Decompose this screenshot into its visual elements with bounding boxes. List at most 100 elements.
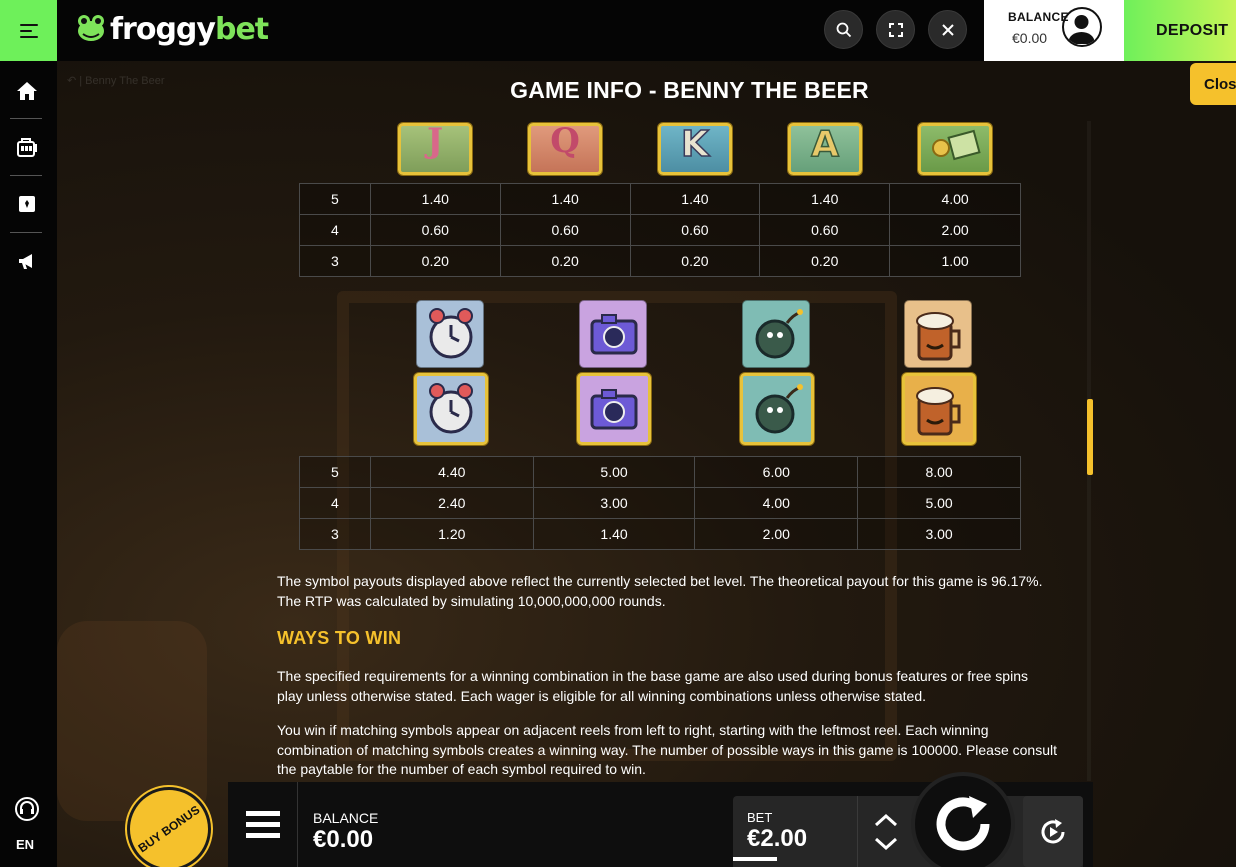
site-logo[interactable]: froggy bet — [74, 6, 269, 52]
payout-cell: 8.00 — [857, 456, 1021, 488]
promotions-icon[interactable] — [14, 248, 40, 274]
game-menu-button[interactable] — [228, 782, 298, 867]
hamburger-icon — [19, 23, 38, 38]
sidebar-divider — [10, 232, 42, 233]
alarm-clock-icon — [416, 300, 484, 368]
payout-cell: 1.00 — [889, 245, 1021, 277]
beer-mug-icon — [904, 300, 972, 368]
svg-text:A: A — [811, 126, 839, 165]
payout-cell: 0.60 — [499, 214, 631, 246]
close-icon — [941, 23, 954, 36]
casino-icon[interactable] — [14, 134, 40, 160]
payout-cell: 0.20 — [759, 245, 891, 277]
table-row: 5 1.40 1.40 1.40 1.40 4.00 — [299, 183, 1021, 215]
logo-text-bet: bet — [214, 11, 269, 47]
live-casino-icon[interactable] — [14, 191, 40, 217]
bet-stepper[interactable] — [857, 796, 913, 867]
sidebar-divider — [10, 175, 42, 176]
chevron-up-icon[interactable] — [874, 813, 898, 827]
payout-cell: 0.60 — [629, 214, 761, 246]
payout-cell: 1.40 — [532, 518, 696, 550]
fullscreen-button[interactable] — [876, 10, 915, 49]
fullscreen-icon — [888, 22, 903, 37]
game-balance-value: €0.00 — [313, 826, 374, 853]
user-avatar-icon[interactable] — [1062, 7, 1102, 47]
payout-cell: 4.40 — [369, 456, 534, 488]
camera-icon — [579, 300, 647, 368]
menu-button[interactable] — [0, 0, 57, 61]
close-game-button[interactable] — [928, 10, 967, 49]
sidebar-divider — [10, 118, 42, 119]
match-count: 5 — [299, 183, 371, 215]
game-area: ↶ | Benny The Beer Close GAME INFO - BEN… — [57, 61, 1236, 867]
page-title: GAME INFO - BENNY THE BEER — [510, 77, 869, 103]
payout-cell: 1.40 — [499, 183, 631, 215]
symbol-a-icon: A — [788, 123, 862, 175]
payout-cell: 0.20 — [629, 245, 761, 277]
home-icon[interactable] — [14, 78, 40, 104]
payout-cell: 5.00 — [532, 456, 696, 488]
payout-cell: 6.00 — [694, 456, 859, 488]
bet-underline — [733, 857, 777, 861]
logo-text-froggy: froggy — [110, 11, 216, 47]
rtp-paragraph: The symbol payouts displayed above refle… — [277, 573, 1043, 609]
payout-cell: 0.20 — [369, 245, 501, 277]
match-count: 3 — [299, 245, 371, 277]
symbol-q-icon: Q — [528, 123, 602, 175]
info-scrollbar[interactable] — [1087, 121, 1093, 781]
table-row: 3 0.20 0.20 0.20 0.20 1.00 — [299, 245, 1021, 277]
chevron-down-icon[interactable] — [874, 837, 898, 851]
symbol-coins-icon — [918, 123, 992, 175]
game-controls-bar: BALANCE €0.00 BET €2.00 — [228, 772, 1093, 867]
header-balance[interactable]: BALANCE €0.00 — [984, 0, 1124, 61]
svg-text:K: K — [681, 126, 710, 165]
bomb-icon — [742, 300, 810, 368]
table-row: 4 2.40 3.00 4.00 5.00 — [299, 487, 1021, 519]
payout-cell: 5.00 — [857, 487, 1021, 519]
spin-icon — [936, 796, 990, 851]
table-row: 5 4.40 5.00 6.00 8.00 — [299, 456, 1021, 488]
paytable-high-symbols: 5 4.40 5.00 6.00 8.00 4 2.40 3.00 4.00 5… — [299, 456, 1021, 550]
top-bar: froggy bet BALANCE €0.00 DEPOSIT — [0, 0, 1236, 61]
support-icon[interactable] — [14, 796, 40, 822]
svg-text:Q: Q — [550, 126, 580, 161]
paytable-low-symbols: 5 1.40 1.40 1.40 1.40 4.00 4 0.60 0.60 0… — [299, 183, 1021, 277]
payout-cell: 1.40 — [369, 183, 501, 215]
match-count: 3 — [299, 518, 371, 550]
autoplay-button[interactable] — [1023, 796, 1083, 867]
svg-text:J: J — [424, 126, 443, 161]
payout-cell: 3.00 — [857, 518, 1021, 550]
game-balance-label: BALANCE — [313, 810, 379, 826]
alarm-clock-gold-icon — [414, 373, 488, 445]
search-button[interactable] — [824, 10, 863, 49]
payout-cell: 1.20 — [369, 518, 534, 550]
camera-gold-icon — [577, 373, 651, 445]
payout-cell: 2.00 — [694, 518, 859, 550]
payout-cell: 4.00 — [694, 487, 859, 519]
bet-label: BET — [747, 810, 773, 825]
payout-cell: 2.40 — [369, 487, 534, 519]
left-sidebar: EN — [0, 61, 57, 867]
table-row: 3 1.20 1.40 2.00 3.00 — [299, 518, 1021, 550]
ways-paragraph-1: The specified requirements for a winning… — [277, 668, 1028, 704]
symbol-j-icon: J — [398, 123, 472, 175]
spin-button[interactable] — [911, 772, 1015, 867]
match-count: 4 — [299, 487, 371, 519]
payout-cell: 0.60 — [369, 214, 501, 246]
match-count: 5 — [299, 456, 371, 488]
deposit-button[interactable]: DEPOSIT — [1124, 0, 1236, 61]
bomb-gold-icon — [740, 373, 814, 445]
frog-icon — [74, 12, 108, 46]
header-balance-label: BALANCE — [1008, 10, 1069, 24]
symbol-k-icon: K — [658, 123, 732, 175]
payout-cell: 2.00 — [889, 214, 1021, 246]
table-row: 4 0.60 0.60 0.60 0.60 2.00 — [299, 214, 1021, 246]
scrollbar-thumb[interactable] — [1087, 399, 1093, 475]
payout-cell: 3.00 — [532, 487, 696, 519]
payout-cell: 1.40 — [759, 183, 891, 215]
language-selector[interactable]: EN — [16, 837, 34, 852]
header-balance-value: €0.00 — [1012, 30, 1048, 46]
autoplay-icon — [1041, 818, 1065, 843]
payout-cell: 1.40 — [629, 183, 761, 215]
ways-to-win-heading: WAYS TO WIN — [277, 628, 402, 648]
